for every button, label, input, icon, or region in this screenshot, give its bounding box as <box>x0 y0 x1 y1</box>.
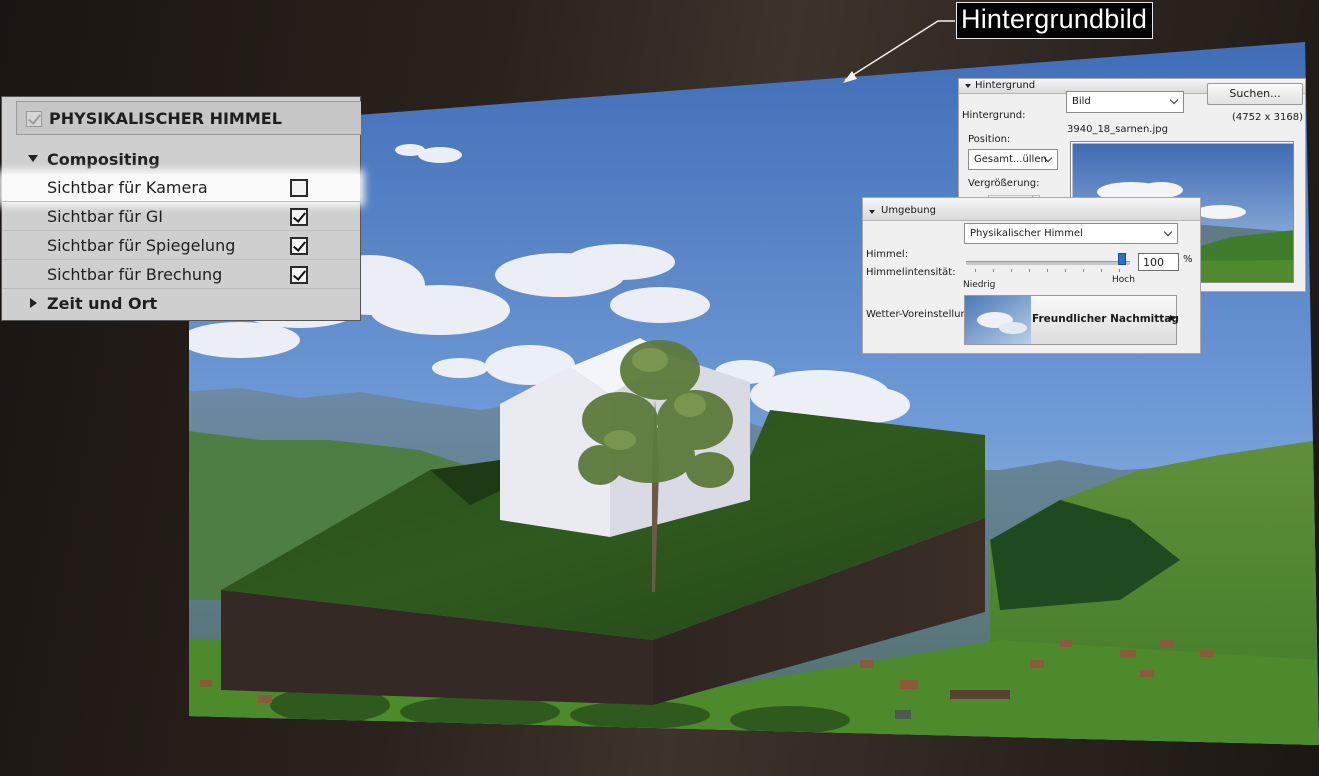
input-value: 100 <box>1143 256 1164 269</box>
slider-high-label: Hoch <box>1112 275 1135 285</box>
dialog-title-text: Hintergrund <box>975 80 1036 91</box>
zoom-label: Vergrößerung: <box>968 178 1040 189</box>
option-visible-gi: Sichtbar für GI <box>2 203 360 231</box>
intensity-unit: % <box>1183 254 1193 265</box>
chevron-down-icon <box>1169 95 1179 105</box>
section-label: Zeit und Ort <box>47 294 158 313</box>
weather-preset-label: Wetter-Voreinstellung: <box>866 309 977 320</box>
physical-sky-panel: PHYSIKALISCHER HIMMEL Compositing Sichtb… <box>1 96 361 321</box>
select-value: Gesamt...üllen <box>974 154 1047 165</box>
chevron-down-icon <box>1163 227 1173 237</box>
weather-thumbnail <box>965 296 1031 344</box>
slider-tick <box>1065 269 1066 272</box>
option-visible-reflection: Sichtbar für Spiegelung <box>2 232 360 260</box>
checkbox-visible-camera[interactable] <box>290 179 308 197</box>
sky-intensity-label: Himmelintensität: <box>866 267 956 278</box>
weather-preset-button[interactable]: Freundlicher Nachmittag ▶ <box>964 295 1179 345</box>
section-label: Compositing <box>47 150 160 169</box>
slider-tick <box>1119 269 1120 272</box>
option-visible-camera: Sichtbar für Kamera <box>2 174 360 202</box>
dialog-title-text: Umgebung <box>881 205 936 216</box>
slider-tick <box>1047 269 1048 272</box>
slider-tick <box>1011 269 1012 272</box>
search-button[interactable]: Suchen... <box>1207 83 1303 105</box>
image-dimensions: (4752 x 3168) <box>1232 112 1303 123</box>
slider-tick <box>1029 269 1030 272</box>
checkbox-visible-refraction[interactable] <box>290 266 308 284</box>
slider-low-label: Niedrig <box>963 280 996 290</box>
panel-header[interactable]: PHYSIKALISCHER HIMMEL <box>16 101 361 135</box>
select-value: Physikalischer Himmel <box>970 228 1083 239</box>
background-label: Hintergrund: <box>962 110 1026 121</box>
option-visible-refraction: Sichtbar für Brechung <box>2 261 360 289</box>
slider-tick <box>975 269 976 272</box>
panel-title: PHYSIKALISCHER HIMMEL <box>49 109 282 128</box>
slider-tick <box>993 269 994 272</box>
expand-arrow-icon <box>28 155 38 162</box>
section-time-location[interactable]: Zeit und Ort <box>2 290 360 318</box>
position-select[interactable]: Gesamt...üllen <box>968 149 1058 170</box>
background-filename: 3940_18_sarnen.jpg <box>1067 124 1168 135</box>
background-type-select[interactable]: Bild <box>1066 91 1184 113</box>
weather-preset-value: Freundlicher Nachmittag <box>1032 313 1179 325</box>
select-value: Bild <box>1072 96 1091 107</box>
callout-hintergrundbild: Hintergrundbild <box>956 2 1154 39</box>
sky-label: Himmel: <box>866 249 909 260</box>
chevron-right-icon: ▶ <box>1170 313 1177 322</box>
header-checkbox <box>26 111 42 127</box>
option-label: Sichtbar für Brechung <box>47 265 223 284</box>
option-label: Sichtbar für Spiegelung <box>47 236 236 255</box>
slider-track <box>966 261 1130 265</box>
environment-dialog: Umgebung Himmel: Physikalischer Himmel H… <box>862 197 1201 354</box>
environment-dialog-title[interactable]: Umgebung <box>863 198 1200 221</box>
collapse-triangle-icon <box>869 210 875 214</box>
collapse-triangle-icon <box>965 84 971 88</box>
position-label: Position: <box>968 134 1011 145</box>
sky-intensity-input[interactable]: 100 <box>1138 253 1179 271</box>
checkbox-visible-reflection[interactable] <box>290 237 308 255</box>
slider-tick <box>1083 269 1084 272</box>
option-label: Sichtbar für Kamera <box>47 178 208 197</box>
sky-type-select[interactable]: Physikalischer Himmel <box>964 223 1178 244</box>
slider-thumb[interactable] <box>1118 253 1126 265</box>
checkbox-visible-gi[interactable] <box>290 208 308 226</box>
collapse-arrow-icon <box>30 298 37 308</box>
slider-tick <box>1101 269 1102 272</box>
section-compositing[interactable]: Compositing <box>2 146 360 174</box>
option-label: Sichtbar für GI <box>47 207 163 226</box>
